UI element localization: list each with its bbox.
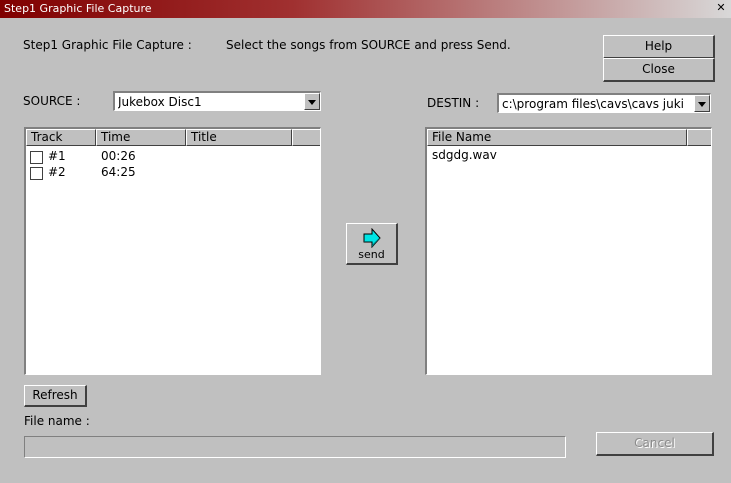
source-track-list[interactable]: Track Time Title #1 00:26 #2 64:25 [24, 127, 321, 375]
send-arrow-icon [363, 228, 381, 248]
file-name-field [24, 436, 566, 458]
track-number: #2 [48, 165, 66, 179]
cancel-button[interactable]: Cancel [596, 432, 714, 456]
track-row[interactable]: #1 00:26 [26, 149, 320, 164]
file-row[interactable]: sdgdg.wav [427, 148, 711, 163]
column-header-track[interactable]: Track [26, 129, 96, 146]
send-button[interactable]: send [346, 223, 398, 265]
close-button[interactable]: Close [603, 58, 715, 82]
file-name: sdgdg.wav [432, 148, 497, 162]
track-row[interactable]: #2 64:25 [26, 165, 320, 180]
track-number: #1 [48, 149, 66, 163]
destin-select-value: c:\program files\cavs\cavs juki [502, 97, 684, 111]
destin-file-list[interactable]: File Name sdgdg.wav [425, 127, 712, 375]
step-title: Step1 Graphic File Capture : [23, 38, 192, 52]
chevron-down-icon[interactable] [694, 95, 710, 112]
help-button[interactable]: Help [603, 35, 715, 59]
source-select-value: Jukebox Disc1 [118, 95, 202, 109]
column-header-empty [292, 129, 320, 146]
source-label: SOURCE : [23, 94, 81, 108]
destin-select[interactable]: c:\program files\cavs\cavs juki [497, 93, 711, 113]
track-time: 64:25 [101, 165, 136, 179]
refresh-button[interactable]: Refresh [24, 385, 87, 407]
destin-label: DESTIN : [427, 96, 480, 110]
column-header-title[interactable]: Title [186, 129, 292, 146]
instruction-text: Select the songs from SOURCE and press S… [226, 38, 511, 52]
file-name-label: File name : [24, 414, 90, 428]
column-header-time[interactable]: Time [96, 129, 186, 146]
send-label: send [358, 248, 385, 261]
close-icon[interactable]: ✕ [714, 2, 728, 15]
column-header-file-name[interactable]: File Name [427, 129, 687, 146]
window-title: Step1 Graphic File Capture [4, 2, 152, 15]
track-checkbox[interactable] [30, 167, 43, 180]
source-select[interactable]: Jukebox Disc1 [113, 91, 321, 111]
track-checkbox[interactable] [30, 151, 43, 164]
column-header-empty [687, 129, 711, 146]
chevron-down-icon[interactable] [304, 93, 320, 110]
track-time: 00:26 [101, 149, 136, 163]
